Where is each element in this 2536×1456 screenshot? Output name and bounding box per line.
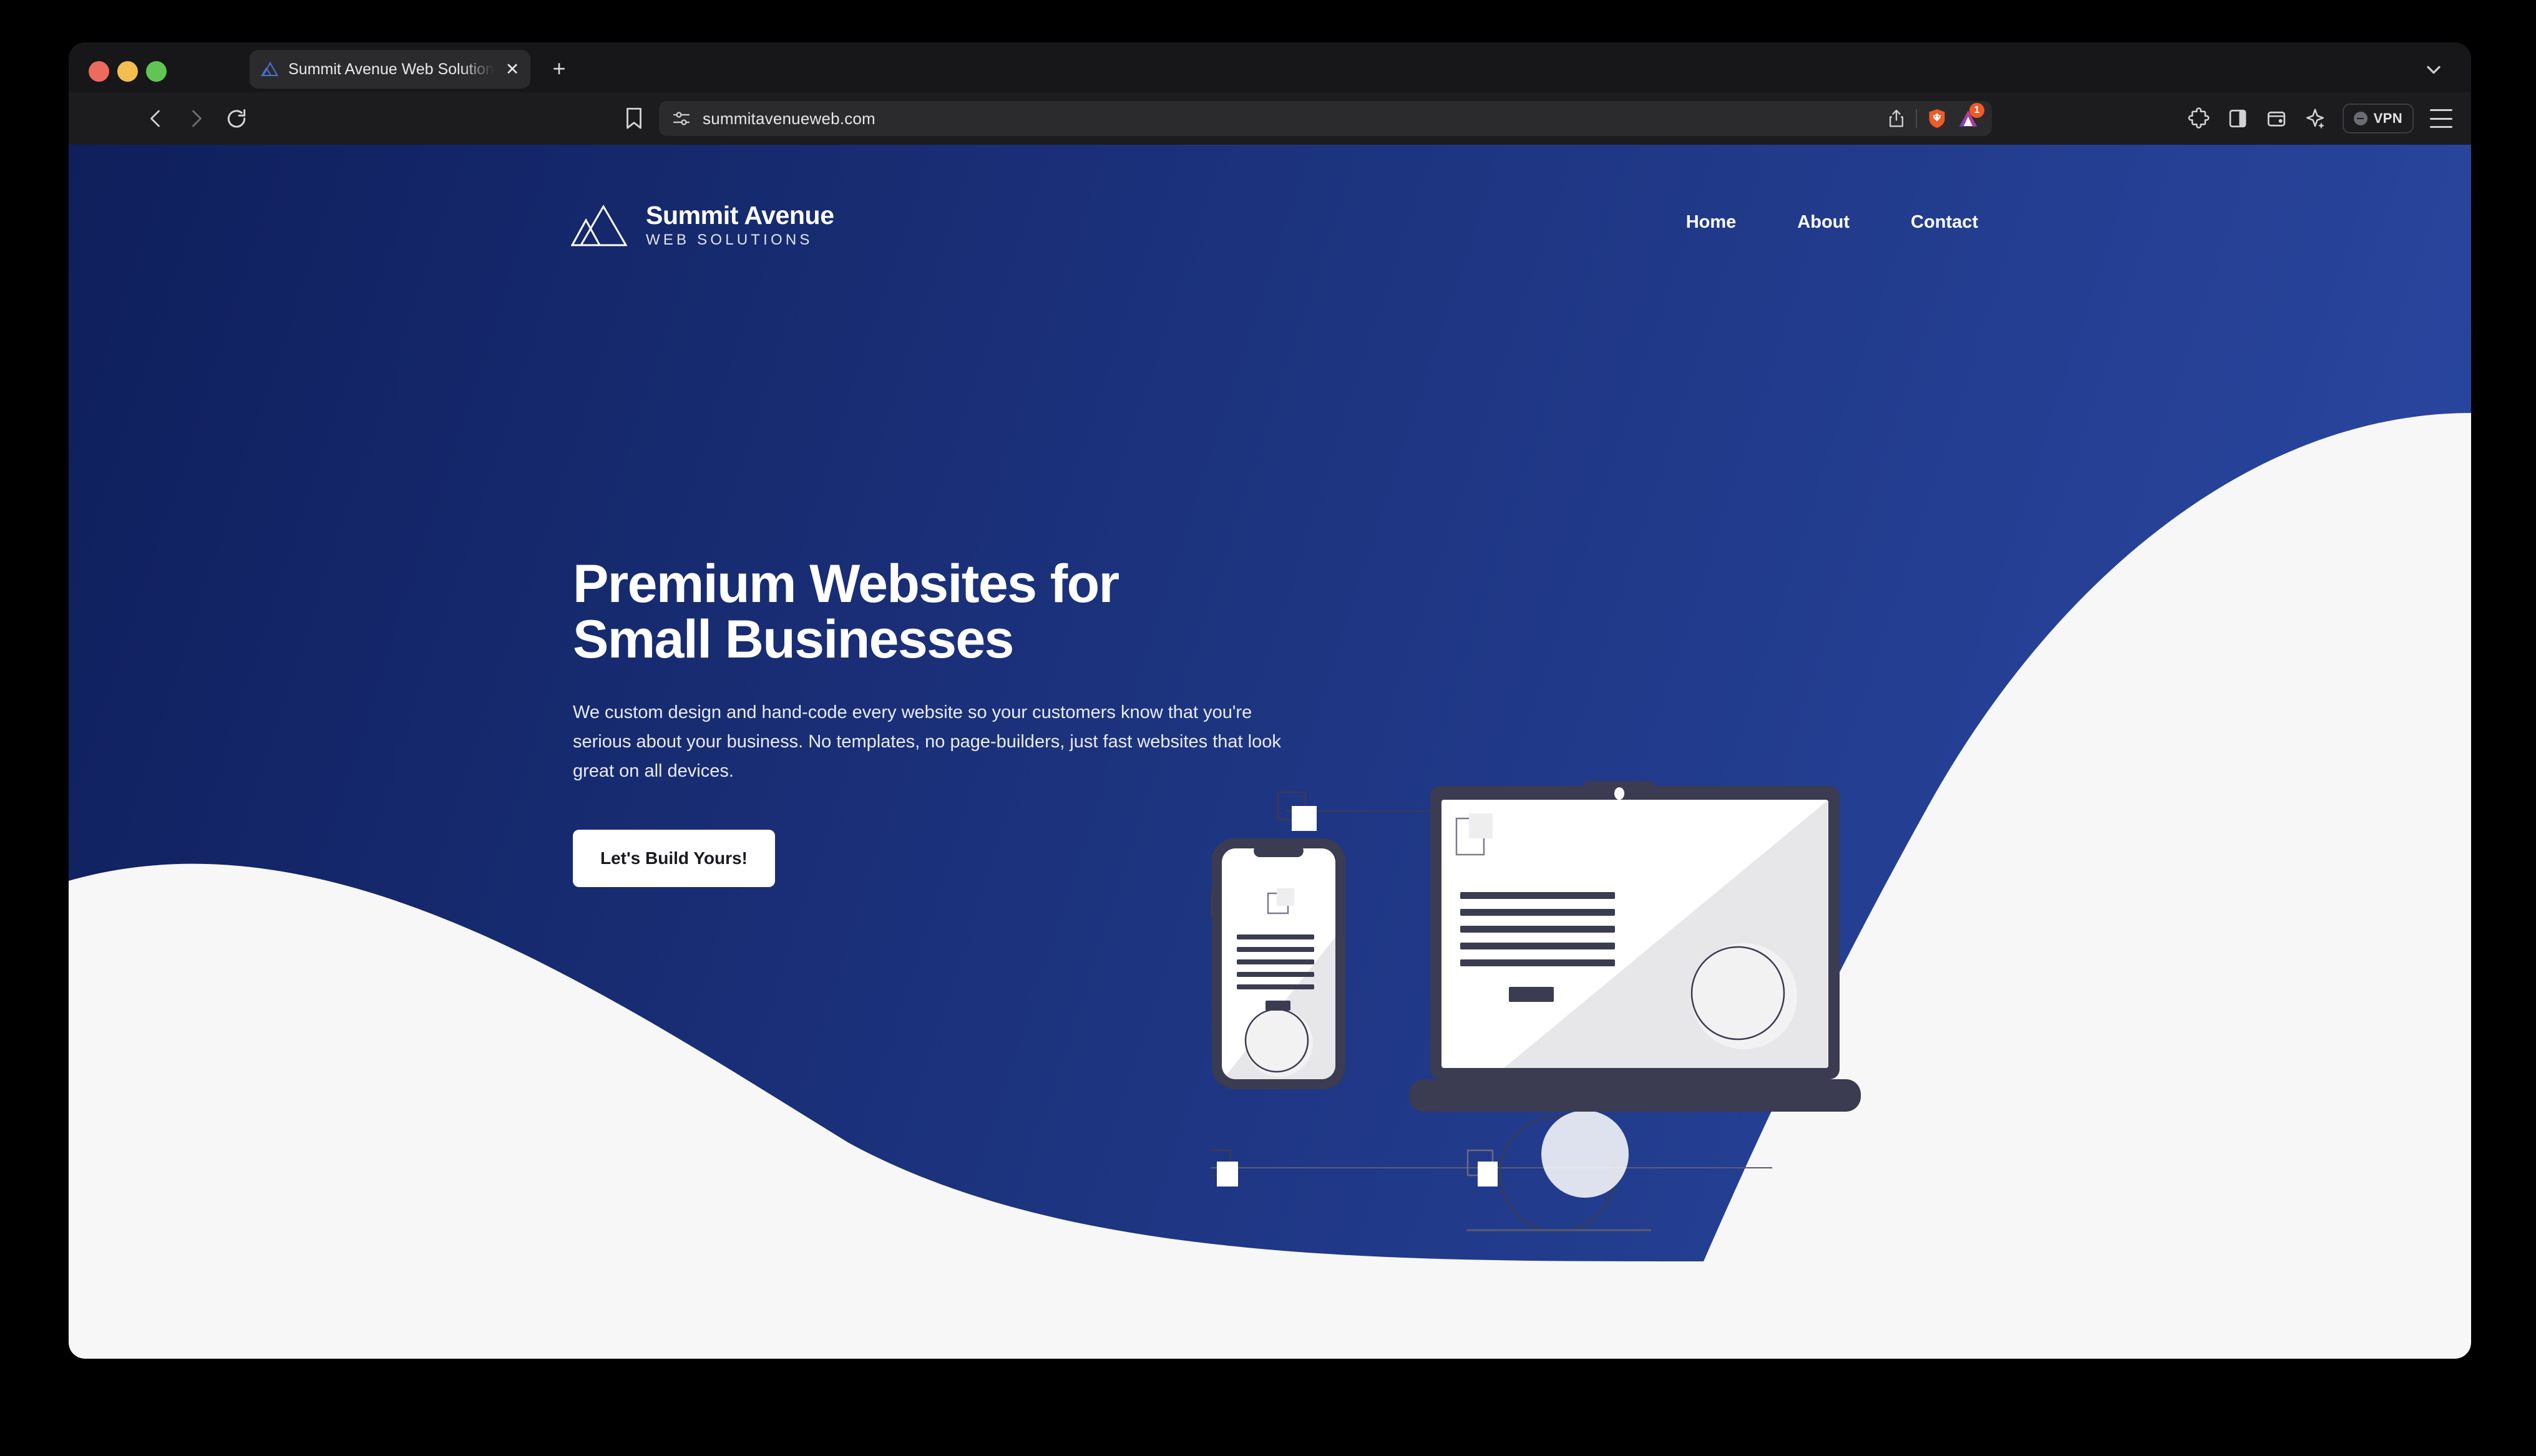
toolbar-divider bbox=[1916, 109, 1917, 128]
leo-ai-icon[interactable] bbox=[2304, 107, 2326, 130]
url-bar-actions: 1 bbox=[1887, 103, 1984, 129]
extensions-icon[interactable] bbox=[2188, 107, 2210, 130]
mountain-triangle-favicon bbox=[261, 61, 278, 76]
site-nav: Home About Contact bbox=[1686, 212, 1978, 233]
window-close-button[interactable] bbox=[89, 61, 109, 82]
window-zoom-button[interactable] bbox=[146, 61, 167, 82]
vpn-button[interactable]: VPN bbox=[2342, 104, 2414, 133]
hero-section: Summit Avenue WEB SOLUTIONS Home About C… bbox=[69, 145, 2471, 1261]
toolbar-right-actions: VPN bbox=[2188, 92, 2452, 145]
browser-tab[interactable]: Summit Avenue Web Solutions ✕ bbox=[250, 50, 530, 89]
mountain-logo-icon bbox=[571, 204, 628, 246]
chevron-down-icon[interactable] bbox=[2422, 59, 2445, 81]
vpn-label: VPN bbox=[2373, 110, 2402, 126]
page-viewport: Summit Avenue WEB SOLUTIONS Home About C… bbox=[69, 145, 2471, 1359]
nav-link-home[interactable]: Home bbox=[1686, 212, 1737, 233]
extension-badge: 1 bbox=[1969, 103, 1984, 118]
tab-close-icon[interactable]: ✕ bbox=[503, 60, 522, 79]
tab-strip: Summit Avenue Web Solutions ✕ + bbox=[69, 42, 2471, 92]
nav-link-contact[interactable]: Contact bbox=[1911, 212, 1978, 233]
site-header: Summit Avenue WEB SOLUTIONS Home About C… bbox=[69, 145, 2471, 294]
hamburger-menu-icon[interactable] bbox=[2430, 109, 2452, 128]
offer-section: What We Offer bbox=[69, 1261, 2471, 1359]
url-bar[interactable]: summitavenueweb.com 1 bbox=[659, 101, 1992, 136]
brand-logo[interactable]: Summit Avenue WEB SOLUTIONS bbox=[571, 201, 834, 249]
desktop-background: Summit Avenue Web Solutions ✕ + summitav… bbox=[0, 0, 2536, 1456]
vpn-status-dot bbox=[2353, 112, 2368, 125]
chevron-left-icon[interactable] bbox=[145, 107, 167, 130]
devices-illustration bbox=[1211, 781, 1861, 1233]
sidebar-icon[interactable] bbox=[2226, 107, 2249, 130]
new-tab-button[interactable]: + bbox=[546, 56, 572, 82]
bookmark-icon[interactable] bbox=[623, 106, 645, 131]
browser-window: Summit Avenue Web Solutions ✕ + summitav… bbox=[69, 42, 2471, 1359]
extension-icon[interactable]: 1 bbox=[1957, 103, 1984, 129]
hero-subtitle: We custom design and hand-code every web… bbox=[573, 702, 1281, 781]
reload-icon[interactable] bbox=[225, 107, 248, 130]
url-text[interactable]: summitavenueweb.com bbox=[703, 109, 1876, 129]
share-icon[interactable] bbox=[1887, 109, 1906, 129]
sliders-icon[interactable] bbox=[671, 109, 691, 129]
wallet-icon[interactable] bbox=[2265, 107, 2288, 130]
hero-copy: Premium Websites for Small Businesses We… bbox=[573, 556, 1309, 887]
tab-title: Summit Avenue Web Solutions bbox=[288, 60, 494, 78]
brand-tagline: WEB SOLUTIONS bbox=[646, 231, 813, 249]
window-minimize-button[interactable] bbox=[117, 61, 138, 82]
brand-name: Summit Avenue bbox=[646, 201, 834, 230]
hero-title-line-2: Small Businesses bbox=[573, 609, 1014, 670]
chevron-right-icon[interactable] bbox=[185, 107, 207, 130]
hero-title-line-1: Premium Websites for bbox=[573, 554, 1119, 614]
nav-link-about[interactable]: About bbox=[1797, 212, 1850, 233]
brand-text: Summit Avenue WEB SOLUTIONS bbox=[646, 201, 834, 249]
brave-shields-lion-icon[interactable] bbox=[1927, 108, 1947, 129]
cta-build-yours-button[interactable]: Let's Build Yours! bbox=[573, 829, 775, 887]
browser-toolbar: summitavenueweb.com 1 VPN bbox=[69, 92, 2471, 145]
page-title: Premium Websites for Small Businesses bbox=[573, 556, 1309, 668]
